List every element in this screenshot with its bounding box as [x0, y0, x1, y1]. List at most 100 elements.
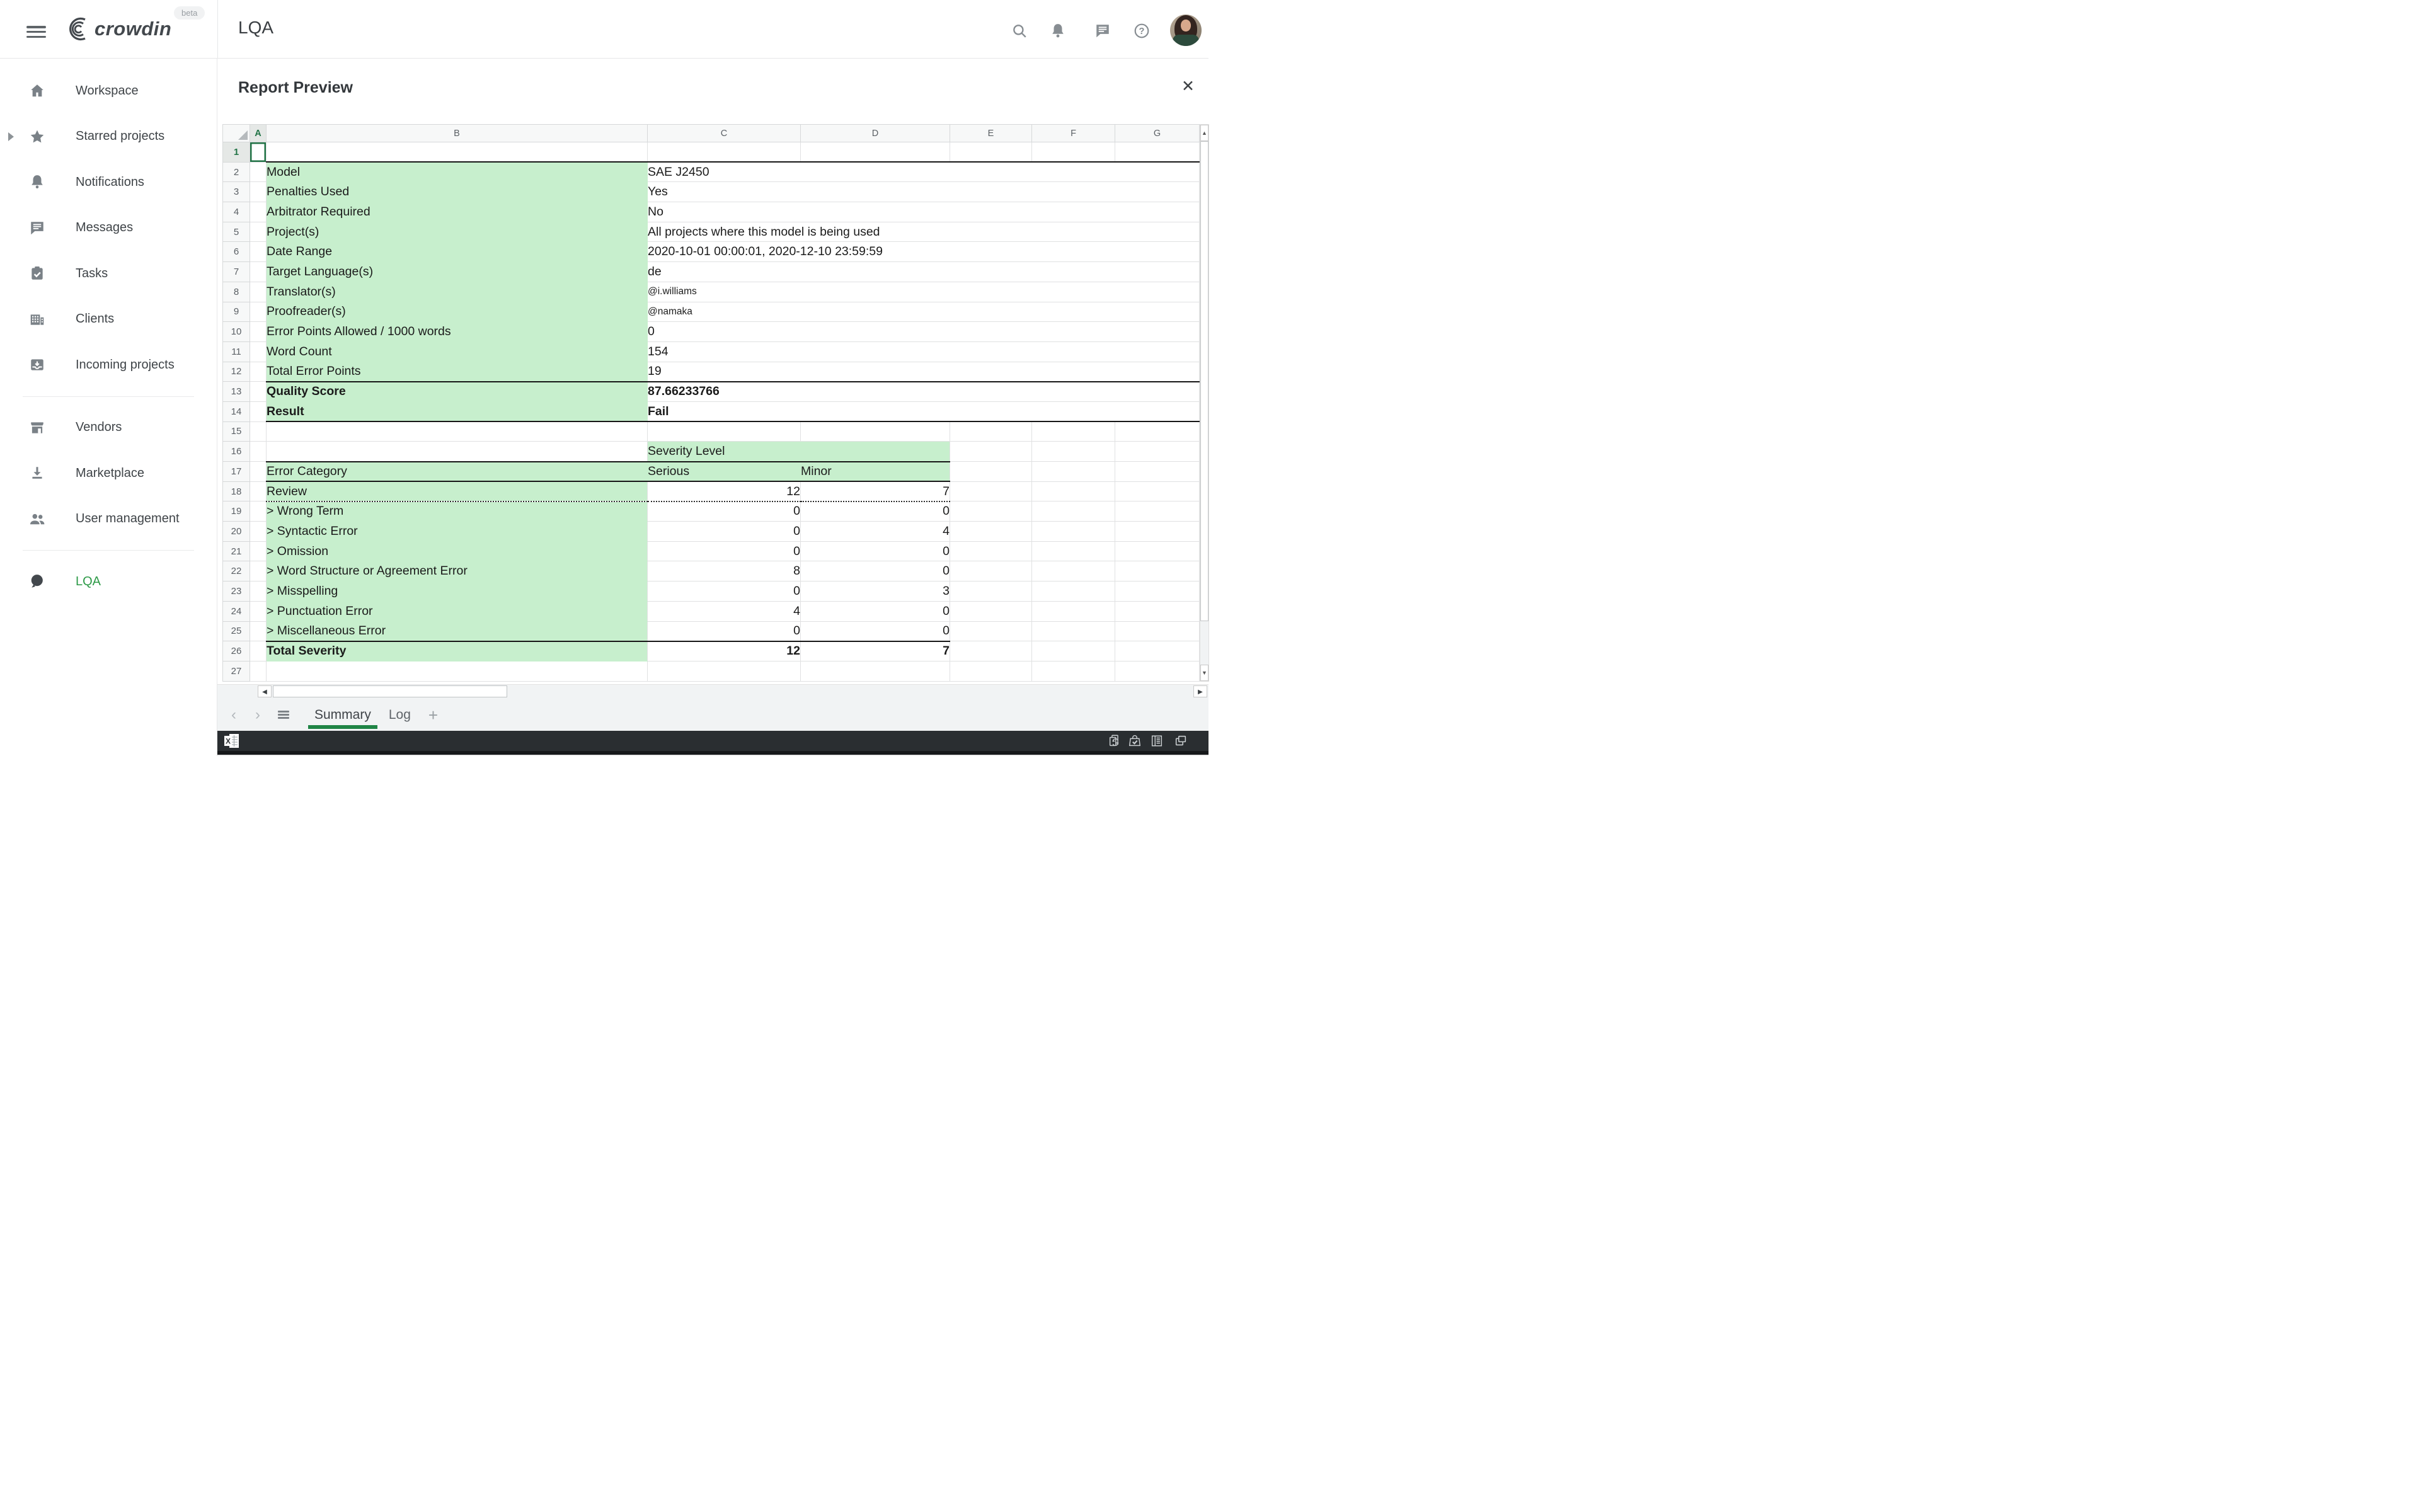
cell-A11[interactable]	[250, 341, 267, 362]
scroll-up-icon[interactable]: ▲	[1200, 125, 1208, 141]
cell-A1[interactable]	[250, 142, 267, 163]
cell-C27[interactable]	[648, 661, 801, 681]
cell-B20[interactable]: > Syntactic Error	[267, 522, 648, 542]
cell-F24[interactable]	[1032, 601, 1115, 621]
hamburger-menu-icon[interactable]	[26, 26, 46, 38]
cell-E25[interactable]	[950, 621, 1032, 641]
row-header-24[interactable]: 24	[223, 601, 250, 621]
refresh-data-icon[interactable]	[1108, 734, 1122, 748]
cell-B26[interactable]: Total Severity	[267, 641, 648, 662]
row-header-17[interactable]: 17	[223, 462, 250, 482]
cell-B10[interactable]: Error Points Allowed / 1000 words	[267, 322, 648, 342]
tab-log[interactable]: Log	[380, 699, 420, 731]
tab-summary[interactable]: Summary	[306, 699, 380, 731]
cell-G26[interactable]	[1115, 641, 1200, 662]
cell-A16[interactable]	[250, 442, 267, 462]
row-header-6[interactable]: 6	[223, 242, 250, 262]
cell-C13[interactable]: 87.66233766	[648, 382, 1200, 402]
cell-C17[interactable]: Serious	[648, 462, 801, 482]
cell-D18[interactable]: 7	[801, 481, 950, 501]
cell-F17[interactable]	[1032, 462, 1115, 482]
scroll-right-icon[interactable]: ▶	[1193, 685, 1207, 697]
cell-C19[interactable]: 0	[648, 501, 801, 522]
horizontal-scrollbar[interactable]: ◀ ▶	[217, 685, 1208, 699]
cell-E17[interactable]	[950, 462, 1032, 482]
cell-D19[interactable]: 0	[801, 501, 950, 522]
sidebar-item-workspace[interactable]: Workspace	[0, 68, 217, 114]
row-header-15[interactable]: 15	[223, 421, 250, 442]
cell-A20[interactable]	[250, 522, 267, 542]
row-header-26[interactable]: 26	[223, 641, 250, 662]
cell-F19[interactable]	[1032, 501, 1115, 522]
cell-G20[interactable]	[1115, 522, 1200, 542]
cell-A17[interactable]	[250, 462, 267, 482]
row-header-1[interactable]: 1	[223, 142, 250, 163]
tab-next-icon[interactable]: ›	[255, 706, 260, 724]
cell-C12[interactable]: 19	[648, 362, 1200, 382]
cell-B16[interactable]	[267, 442, 648, 462]
cell-D20[interactable]: 4	[801, 522, 950, 542]
cell-D24[interactable]: 0	[801, 601, 950, 621]
cell-B7[interactable]: Target Language(s)	[267, 262, 648, 282]
cell-A27[interactable]	[250, 661, 267, 681]
cell-B15[interactable]	[267, 421, 648, 442]
cell-E23[interactable]	[950, 581, 1032, 602]
cell-A5[interactable]	[250, 222, 267, 242]
sidebar-item-marketplace[interactable]: Marketplace	[0, 450, 217, 496]
cell-G16[interactable]	[1115, 442, 1200, 462]
row-header-3[interactable]: 3	[223, 182, 250, 202]
cell-C15[interactable]	[648, 421, 801, 442]
cell-B25[interactable]: > Miscellaneous Error	[267, 621, 648, 641]
cell-E27[interactable]	[950, 661, 1032, 681]
horizontal-scrollbar-thumb[interactable]	[273, 685, 507, 697]
row-header-21[interactable]: 21	[223, 541, 250, 561]
cell-F20[interactable]	[1032, 522, 1115, 542]
cell-C21[interactable]: 0	[648, 541, 801, 561]
excel-logo-icon[interactable]: X	[224, 733, 240, 749]
cell-F16[interactable]	[1032, 442, 1115, 462]
cell-B22[interactable]: > Word Structure or Agreement Error	[267, 561, 648, 581]
cell-A26[interactable]	[250, 641, 267, 662]
col-header-A[interactable]: A	[250, 125, 267, 142]
search-icon[interactable]	[1011, 23, 1028, 39]
row-header-25[interactable]: 25	[223, 621, 250, 641]
cell-F1[interactable]	[1032, 142, 1115, 163]
cell-B4[interactable]: Arbitrator Required	[267, 202, 648, 222]
cell-E16[interactable]	[950, 442, 1032, 462]
row-header-13[interactable]: 13	[223, 382, 250, 402]
col-header-C[interactable]: C	[648, 125, 801, 142]
cell-B19[interactable]: > Wrong Term	[267, 501, 648, 522]
cell-C20[interactable]: 0	[648, 522, 801, 542]
cell-C7[interactable]: de	[648, 262, 1200, 282]
cell-E21[interactable]	[950, 541, 1032, 561]
cell-G15[interactable]	[1115, 421, 1200, 442]
cell-A22[interactable]	[250, 561, 267, 581]
cell-A15[interactable]	[250, 421, 267, 442]
row-header-14[interactable]: 14	[223, 401, 250, 421]
cell-A2[interactable]	[250, 162, 267, 182]
cell-C3[interactable]: Yes	[648, 182, 1200, 202]
cell-C25[interactable]: 0	[648, 621, 801, 641]
cell-B5[interactable]: Project(s)	[267, 222, 648, 242]
row-header-4[interactable]: 4	[223, 202, 250, 222]
sidebar-item-clients[interactable]: Clients	[0, 297, 217, 343]
vertical-scrollbar-thumb[interactable]	[1200, 141, 1208, 621]
col-header-G[interactable]: G	[1115, 125, 1200, 142]
cell-C10[interactable]: 0	[648, 322, 1200, 342]
sheets-menu-icon[interactable]	[278, 711, 289, 719]
cell-G18[interactable]	[1115, 481, 1200, 501]
cell-C1[interactable]	[648, 142, 801, 163]
cell-C5[interactable]: All projects where this model is being u…	[648, 222, 1200, 242]
expand-arrow-icon[interactable]	[8, 132, 14, 141]
cell-A19[interactable]	[250, 501, 267, 522]
cell-B11[interactable]: Word Count	[267, 341, 648, 362]
col-header-F[interactable]: F	[1032, 125, 1115, 142]
cell-C14[interactable]: Fail	[648, 401, 1200, 421]
col-header-D[interactable]: D	[801, 125, 950, 142]
cell-D27[interactable]	[801, 661, 950, 681]
close-icon[interactable]: ✕	[1181, 79, 1195, 94]
cell-G22[interactable]	[1115, 561, 1200, 581]
cell-F27[interactable]	[1032, 661, 1115, 681]
sidebar-item-notifications[interactable]: Notifications	[0, 159, 217, 205]
accept-changes-icon[interactable]	[1128, 734, 1142, 748]
